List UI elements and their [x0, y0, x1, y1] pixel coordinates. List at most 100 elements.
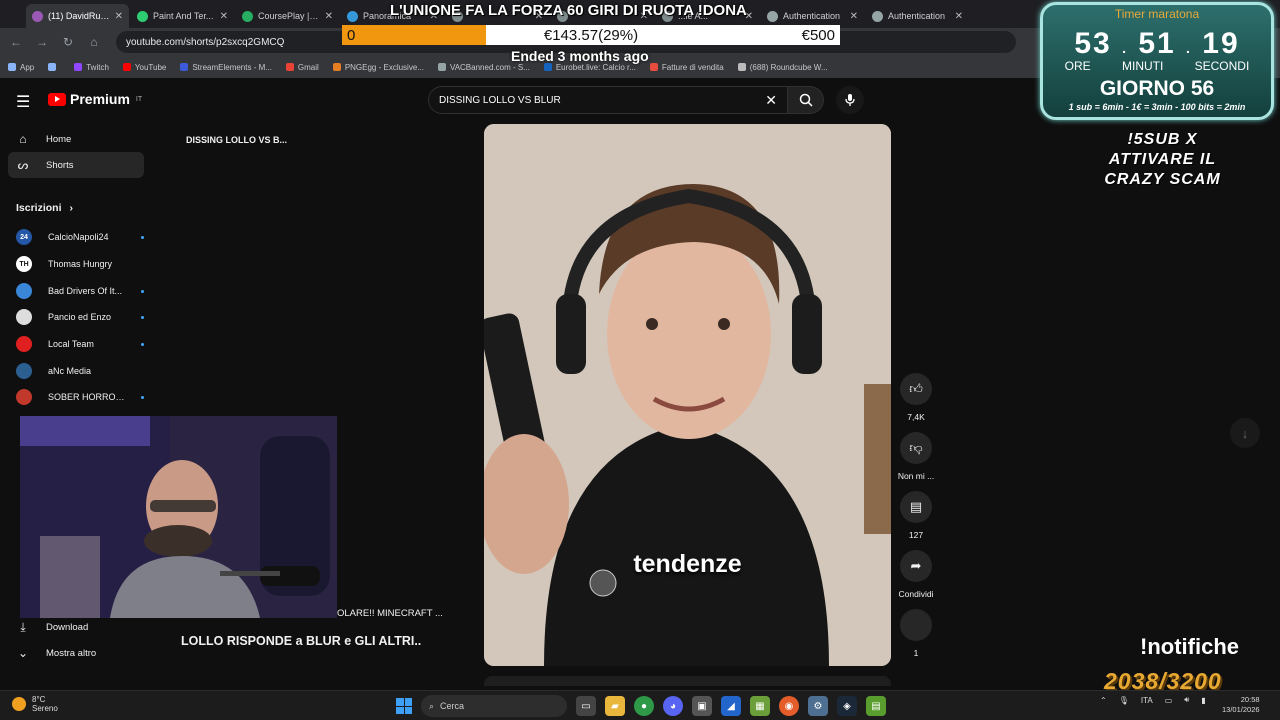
subscription-item[interactable]: 24 CalcioNapoli24 — [16, 226, 144, 248]
search-icon — [799, 93, 813, 107]
youtube-logo[interactable]: Premium IT — [48, 91, 142, 107]
subscription-item[interactable]: aNc Media — [16, 360, 144, 382]
marathon-timer: Timer maratona 53 . 51 . 19 ORE MINUTI S… — [1040, 2, 1274, 120]
bookmark-label: Gmail — [297, 62, 319, 72]
reload-icon[interactable]: ↻ — [60, 35, 76, 49]
next-short-button[interactable]: ↓ — [1230, 418, 1260, 448]
bookmark-item[interactable]: App — [8, 63, 34, 72]
comment-icon[interactable]: ▤ — [900, 491, 932, 523]
bookmark-item[interactable]: YouTube — [122, 62, 167, 72]
arc-icon[interactable]: ◢ — [721, 696, 741, 716]
bookmark-item[interactable]: Twitch — [74, 63, 109, 72]
subscription-item[interactable]: SOBER HORROR ... — [16, 386, 144, 408]
launcher-icon[interactable]: ▤ — [866, 696, 886, 716]
bookmark-item[interactable]: StreamElements - M... — [180, 63, 272, 72]
tab-close-icon[interactable]: ✕ — [325, 11, 333, 22]
thumbs-down-icon[interactable]: 👎︎ — [900, 432, 932, 464]
bookmark-item[interactable]: Gmail — [285, 62, 319, 72]
sidebar-item-label: Mostra altro — [46, 647, 97, 659]
browser-tab[interactable]: Paint And Ter... ✕ — [131, 4, 234, 28]
browser-tab[interactable]: (11) DavidRub... ✕ — [26, 4, 129, 28]
gamepad-icon[interactable]: ▣ — [692, 696, 712, 716]
subscription-item[interactable]: Pancio ed Enzo — [16, 306, 144, 328]
bookmark-icon — [543, 63, 552, 71]
obs-icon[interactable]: ◉ — [779, 696, 799, 716]
tray-chevron-up-icon[interactable]: ⌃ — [1100, 696, 1107, 705]
steam-icon[interactable]: ◈ — [837, 696, 857, 716]
back-icon[interactable]: ← — [8, 35, 24, 49]
volume-icon[interactable]: 🔊︎ — [1184, 695, 1189, 705]
like-action[interactable]: 👍︎ 7,4K — [897, 373, 935, 422]
search-input[interactable]: DISSING LOLLO VS BLUR ✕ — [428, 86, 788, 114]
comments-action[interactable]: ▤ 127 — [897, 491, 935, 540]
dislike-label: Non mi ... — [897, 471, 935, 481]
tab-favicon-icon — [32, 10, 43, 22]
weather-widget[interactable]: 8°C Sereno — [12, 695, 58, 713]
taskbar-clock[interactable]: 20:58 13/01/2026 — [1222, 695, 1260, 715]
like-count: 7,4K — [907, 412, 925, 422]
share-icon[interactable]: ➦ — [900, 550, 932, 582]
streamer-webcam — [20, 416, 337, 618]
youtube-play-icon — [48, 92, 66, 106]
donation-banner-title: L'UNIONE FA LA FORZA 60 GIRI DI RUOTA !D… — [390, 2, 747, 19]
bookmark-label: App — [20, 62, 35, 72]
logo-region: IT — [135, 95, 143, 103]
tab-close-icon[interactable]: ✕ — [115, 11, 123, 22]
forward-icon[interactable]: → — [34, 35, 50, 49]
discord-icon[interactable]: ◕ — [663, 696, 683, 716]
keyboard-language[interactable]: ITA — [1141, 696, 1153, 705]
tab-close-icon[interactable]: ✕ — [955, 11, 963, 22]
file-explorer-icon[interactable]: ▰ — [605, 696, 625, 716]
battery-icon[interactable]: ▮ — [1201, 696, 1205, 705]
subscription-item[interactable]: Bad Drivers Of It... — [16, 280, 144, 302]
bookmark-icon — [122, 63, 131, 71]
sidebar-item-label: Shorts — [46, 159, 74, 171]
remix-action[interactable]: 1 — [897, 609, 935, 658]
bookmark-item[interactable] — [48, 63, 60, 71]
tab-close-icon[interactable]: ✕ — [850, 11, 858, 22]
voice-search-button[interactable] — [836, 86, 864, 114]
tab-close-icon[interactable]: ✕ — [220, 11, 228, 22]
settings-icon[interactable]: ⚙ — [808, 696, 828, 716]
sidebar-item-show-more[interactable]: ⌄ Mostra altro — [8, 640, 144, 666]
tray-microphone-icon[interactable]: 🎙︎ — [1119, 696, 1129, 705]
search-button[interactable] — [788, 86, 824, 114]
remix-icon[interactable] — [900, 609, 932, 641]
bookmark-item[interactable]: PNGEgg - Exclusive... — [332, 63, 424, 72]
menu-icon[interactable]: ☰ — [16, 92, 30, 112]
subscription-item[interactable]: Local Team — [16, 333, 144, 355]
goal-current: €143.57(29%) — [543, 27, 639, 44]
taskbar-search[interactable]: ⌕ Cerca — [421, 695, 567, 717]
task-view-icon[interactable]: ▭ — [576, 696, 596, 716]
related-video-title-bold[interactable]: LOLLO RISPONDE a BLUR e GLI ALTRI.. — [181, 634, 421, 648]
unit-seconds: SECONDI — [1194, 59, 1250, 73]
new-content-dot — [141, 315, 144, 319]
subscription-item[interactable]: TH Thomas Hungry — [16, 253, 144, 275]
goal-ended-text: Ended 3 months ago — [511, 48, 649, 64]
thumbs-up-icon[interactable]: 👍︎ — [900, 373, 932, 405]
bookmark-label: YouTube — [134, 62, 167, 72]
channel-avatar — [16, 309, 32, 325]
share-action[interactable]: ➦ Condividi — [897, 550, 935, 599]
bookmark-item[interactable]: Fatture di vendita — [649, 63, 724, 72]
bookmark-label: Twitch — [86, 62, 109, 72]
short-video-player[interactable]: tendenze — [484, 124, 891, 666]
sidebar-item-shorts[interactable]: ᔕ Shorts — [8, 152, 144, 178]
dislike-action[interactable]: 👎︎ Non mi ... — [897, 432, 935, 481]
related-video-title[interactable]: OLARE!! MINECRAFT ... — [337, 608, 443, 619]
next-short-card[interactable] — [484, 676, 891, 686]
bookmark-item[interactable]: (688) Roundcube W... — [737, 63, 828, 72]
tab-title: Authentication — [888, 11, 946, 21]
minecraft-icon[interactable]: ▦ — [750, 696, 770, 716]
arrow-down-icon: ↓ — [1241, 425, 1249, 441]
subscriptions-heading[interactable]: Iscrizioni › — [16, 202, 73, 214]
chrome-icon[interactable]: ● — [634, 696, 654, 716]
sidebar-item-home[interactable]: ⌂ Home — [8, 126, 144, 152]
clear-search-icon[interactable]: ✕ — [765, 92, 777, 109]
browser-tab[interactable]: CoursePlay | M... ✕ — [236, 4, 339, 28]
related-short-title[interactable]: DISSING LOLLO VS B... — [186, 135, 287, 145]
windows-start-icon[interactable] — [396, 698, 412, 714]
network-icon[interactable]: ▭ — [1165, 696, 1173, 705]
browser-tab[interactable]: Authentication ✕ — [866, 4, 969, 28]
home-icon[interactable]: ⌂ — [86, 35, 102, 49]
